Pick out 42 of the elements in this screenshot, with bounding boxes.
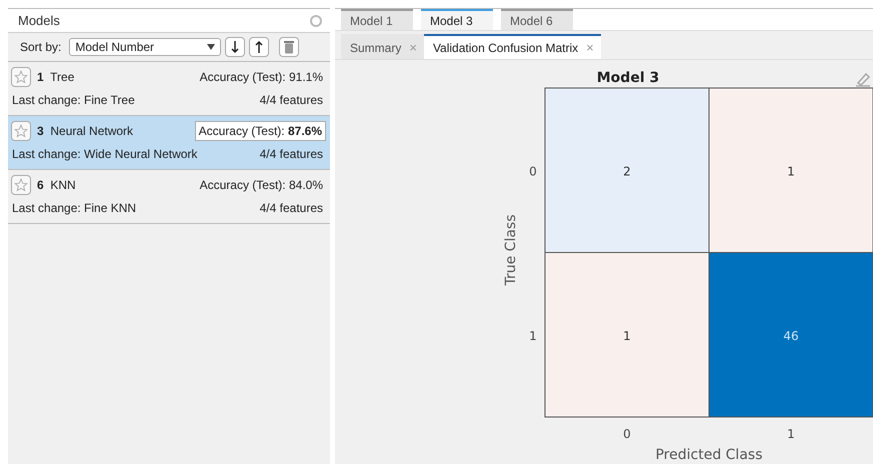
tab[interactable]: Summary × [341, 34, 424, 59]
sort-dropdown[interactable]: Model Number [69, 38, 222, 56]
model-name: 3 Neural Network [37, 124, 134, 138]
axis-tick-label: 1 [787, 427, 795, 441]
tab[interactable]: Model 1 [341, 9, 413, 30]
axis-label: True Class [503, 214, 519, 286]
model-list-item[interactable]: 6 KNN Accuracy (Test): 84.0% Last change: Fine KNN 4/4 features [8, 170, 330, 224]
axis-tick-label: 1 [529, 328, 537, 343]
panel-title: Models [18, 13, 60, 28]
features-text: 4/4 features [260, 147, 323, 161]
axis-label: Predicted Class [656, 447, 762, 463]
settings-icon[interactable] [310, 14, 322, 26]
tab[interactable]: Model 3 [421, 9, 493, 30]
last-change-text: Last change: Fine Tree [12, 93, 135, 107]
delete-button[interactable] [279, 37, 300, 57]
sort-ascending-button[interactable] [249, 37, 270, 57]
features-text: 4/4 features [260, 201, 323, 215]
features-text: 4/4 features [260, 93, 323, 107]
plot-title: Model 3 [596, 70, 660, 86]
accuracy-text: Accuracy (Test): 87.6% [194, 121, 326, 141]
model-name: 6 KNN [37, 178, 77, 192]
axis-tick-label: 0 [529, 164, 537, 178]
trash-icon [283, 40, 296, 54]
axis-tick-label: 0 [623, 427, 631, 441]
matrix-cell: 2 [544, 88, 710, 253]
model-list-item[interactable]: 3 Neural Network Accuracy (Test): 87.6% Last change: Wide Neural Network 4/4 features [8, 116, 330, 170]
last-change-text: Last change: Wide Neural Network [12, 147, 198, 161]
model-name: 1 Tree [37, 70, 76, 84]
accuracy-text: Accuracy (Test): 91.1% [198, 69, 324, 86]
matrix-cell: 1 [544, 252, 710, 418]
tab[interactable]: Model 6 [501, 9, 573, 30]
accuracy-text: Accuracy (Test): 84.0% [198, 177, 324, 194]
last-change-text: Last change: Fine KNN [12, 201, 136, 215]
arrow-up-icon [254, 40, 264, 54]
sort-descending-button[interactable] [225, 37, 246, 57]
caret-icon [207, 44, 216, 50]
pencil-icon[interactable] [855, 72, 871, 87]
matrix-cell: 46 [708, 252, 873, 418]
arrow-down-icon [230, 40, 240, 54]
matrix-cell: 1 [708, 88, 873, 253]
sort-label: Sort by: [20, 40, 62, 54]
tab[interactable]: Validation Confusion Matrix × [424, 34, 601, 59]
